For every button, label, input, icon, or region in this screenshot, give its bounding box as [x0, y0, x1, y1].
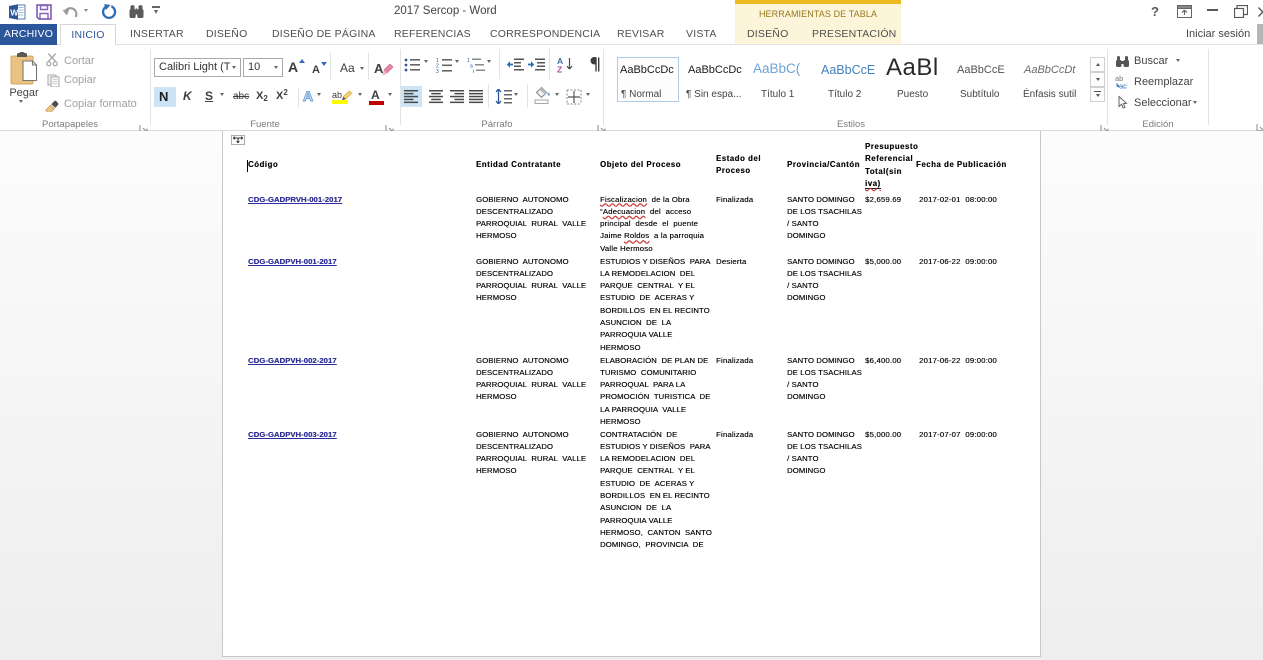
svg-text:3: 3 [436, 69, 439, 73]
svg-text:W: W [10, 8, 19, 18]
svg-text:ac: ac [1119, 82, 1127, 90]
svg-text:i: i [473, 69, 474, 73]
svg-text:Z: Z [557, 65, 562, 74]
svg-text:ab: ab [332, 90, 342, 100]
